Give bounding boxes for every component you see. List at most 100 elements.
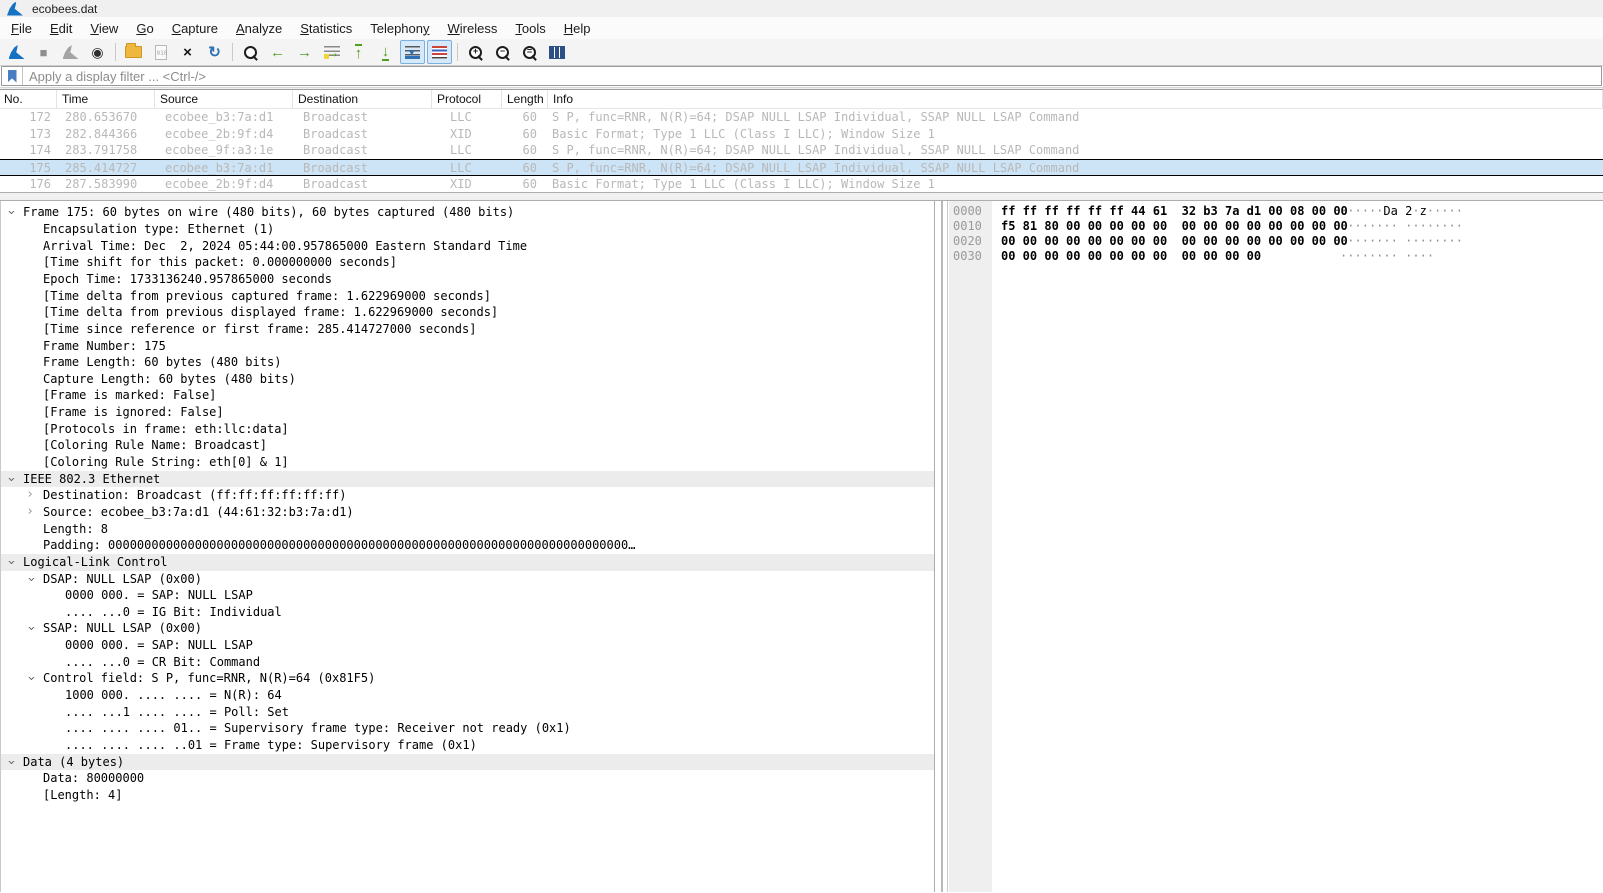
- go-to-packet-button[interactable]: [319, 40, 344, 64]
- chevron-down-icon[interactable]: ›: [2, 756, 18, 768]
- colorize-packets-button[interactable]: [427, 40, 452, 64]
- menu-telephony[interactable]: Telephony: [361, 19, 438, 38]
- detail-row[interactable]: Epoch Time: 1733136240.957865000 seconds: [1, 271, 934, 288]
- menu-view[interactable]: View: [81, 19, 127, 38]
- capture-options-button[interactable]: ◉: [85, 40, 110, 64]
- menu-capture[interactable]: Capture: [163, 19, 227, 38]
- auto-scroll-button[interactable]: [400, 40, 425, 64]
- go-back-button[interactable]: ←: [265, 40, 290, 64]
- packet-row-176[interactable]: 176 287.583990 ecobee_2b:9f:d4 Broadcast XID…: [0, 176, 1603, 193]
- detail-row[interactable]: Encapsulation type: Ethernet (1): [1, 221, 934, 238]
- zoom-in-button[interactable]: +: [463, 40, 488, 64]
- restart-capture-button[interactable]: [58, 40, 83, 64]
- go-first-packet-button[interactable]: ↑: [346, 40, 371, 64]
- menu-tools[interactable]: Tools: [506, 19, 554, 38]
- chevron-right-icon[interactable]: ›: [24, 487, 36, 504]
- chevron-down-icon[interactable]: ›: [2, 473, 18, 485]
- detail-row[interactable]: › Data (4 bytes): [1, 753, 934, 771]
- zoom-normal-button[interactable]: =: [517, 40, 542, 64]
- find-packet-button[interactable]: [238, 40, 263, 64]
- packet-row-175[interactable]: 175 285.414727 ecobee_b3:7a:d1 Broadcast LLC…: [0, 159, 1603, 176]
- menu-file[interactable]: File: [2, 19, 41, 38]
- detail-row[interactable]: Padding: 0000000000000000000000000000000…: [1, 537, 934, 554]
- column-header-protocol[interactable]: Protocol: [432, 90, 502, 108]
- detail-row[interactable]: Frame Length: 60 bytes (480 bits): [1, 354, 934, 371]
- packet-row-174[interactable]: 174 283.791758 ecobee_9f:a3:1e Broadcast LLC…: [0, 142, 1603, 159]
- detail-row[interactable]: [Time delta from previous displayed fram…: [1, 304, 934, 321]
- detail-row[interactable]: Data: 80000000: [1, 770, 934, 787]
- chevron-down-icon[interactable]: ›: [22, 623, 38, 635]
- display-filter-input[interactable]: [23, 67, 1601, 85]
- zoom-out-button[interactable]: −: [490, 40, 515, 64]
- reload-file-button[interactable]: ↻: [202, 40, 227, 64]
- detail-row[interactable]: .... .... .... ..01 = Frame type: Superv…: [1, 737, 934, 754]
- detail-row[interactable]: .... ...0 = IG Bit: Individual: [1, 604, 934, 621]
- start-capture-button[interactable]: [4, 40, 29, 64]
- detail-row[interactable]: Frame Number: 175: [1, 338, 934, 355]
- chevron-down-icon[interactable]: ›: [2, 556, 18, 568]
- column-header-no[interactable]: No.: [0, 90, 57, 108]
- detail-row[interactable]: [Time shift for this packet: 0.000000000…: [1, 254, 934, 271]
- detail-row[interactable]: Capture Length: 60 bytes (480 bits): [1, 371, 934, 388]
- detail-row[interactable]: › Frame 175: 60 bytes on wire (480 bits),…: [1, 204, 934, 221]
- detail-row[interactable]: [Frame is ignored: False]: [1, 404, 934, 421]
- detail-row[interactable]: › Control field: S P, func=RNR, N(R)=64 (…: [1, 670, 934, 687]
- detail-row[interactable]: › Source: ecobee_b3:7a:d1 (44:61:32:b3:7a…: [1, 504, 934, 521]
- chevron-right-icon[interactable]: ›: [24, 504, 36, 521]
- chevron-down-icon[interactable]: ›: [22, 573, 38, 585]
- column-header-info[interactable]: Info: [548, 90, 1603, 108]
- hex-row[interactable]: 0000 ff ff ff ff ff ff 44 61 32 b3 7a d1 …: [948, 204, 1603, 219]
- filter-bookmark-button[interactable]: [2, 67, 23, 85]
- detail-row[interactable]: [Protocols in frame: eth:llc:data]: [1, 421, 934, 438]
- chevron-down-icon[interactable]: ›: [2, 207, 18, 219]
- chevron-down-icon[interactable]: ›: [22, 673, 38, 685]
- detail-row[interactable]: .... ...1 .... .... = Poll: Set: [1, 704, 934, 721]
- menu-help[interactable]: Help: [555, 19, 600, 38]
- title-bar: ecobees.dat: [0, 0, 1603, 17]
- detail-row[interactable]: .... .... .... 01.. = Supervisory frame …: [1, 720, 934, 737]
- detail-row[interactable]: › SSAP: NULL LSAP (0x00): [1, 620, 934, 637]
- detail-row[interactable]: › Destination: Broadcast (ff:ff:ff:ff:ff:…: [1, 487, 934, 504]
- horizontal-splitter[interactable]: [0, 192, 1603, 202]
- packet-row-172[interactable]: 172 280.653670 ecobee_b3:7a:d1 Broadcast LLC…: [0, 109, 1603, 126]
- vertical-splitter[interactable]: [941, 201, 943, 893]
- detail-row[interactable]: [Time delta from previous captured frame…: [1, 288, 934, 305]
- detail-row[interactable]: .... ...0 = CR Bit: Command: [1, 654, 934, 671]
- menu-wireless[interactable]: Wireless: [439, 19, 507, 38]
- detail-row[interactable]: › Logical-Link Control: [1, 553, 934, 571]
- detail-row[interactable]: › DSAP: NULL LSAP (0x00): [1, 571, 934, 588]
- stop-capture-button[interactable]: ■: [31, 40, 56, 64]
- menu-go[interactable]: Go: [127, 19, 162, 38]
- column-header-time[interactable]: Time: [57, 90, 155, 108]
- hex-ascii: ········ ········: [1340, 234, 1463, 249]
- close-file-button[interactable]: ×: [175, 40, 200, 64]
- detail-row[interactable]: [Coloring Rule Name: Broadcast]: [1, 437, 934, 454]
- column-header-length[interactable]: Length: [502, 90, 548, 108]
- detail-row[interactable]: 0000 000. = SAP: NULL LSAP: [1, 587, 934, 604]
- open-file-button[interactable]: [121, 40, 146, 64]
- hex-row[interactable]: 0020 00 00 00 00 00 00 00 00 00 00 00 00 …: [948, 234, 1603, 249]
- hex-offset: 0000: [953, 204, 982, 219]
- packet-row-173[interactable]: 173 282.844366 ecobee_2b:9f:d4 Broadcast XID…: [0, 126, 1603, 143]
- hex-row[interactable]: 0010 f5 81 80 00 00 00 00 00 00 00 00 00 …: [948, 219, 1603, 234]
- detail-row[interactable]: 0000 000. = SAP: NULL LSAP: [1, 637, 934, 654]
- detail-row[interactable]: [Time since reference or first frame: 28…: [1, 321, 934, 338]
- resize-columns-button[interactable]: [544, 40, 569, 64]
- go-forward-button[interactable]: →: [292, 40, 317, 64]
- menu-analyze[interactable]: Analyze: [227, 19, 291, 38]
- hex-row[interactable]: 0030 00 00 00 00 00 00 00 00 00 00 00 00 ·…: [948, 249, 1603, 264]
- restart-capture-icon: [62, 45, 79, 59]
- go-last-packet-button[interactable]: ↓: [373, 40, 398, 64]
- save-file-button[interactable]: [148, 40, 173, 64]
- menu-edit[interactable]: Edit: [41, 19, 81, 38]
- column-header-destination[interactable]: Destination: [293, 90, 432, 108]
- detail-row[interactable]: Arrival Time: Dec 2, 2024 05:44:00.95786…: [1, 238, 934, 255]
- detail-row[interactable]: [Coloring Rule String: eth[0] & 1]: [1, 454, 934, 471]
- detail-row[interactable]: 1000 000. .... .... = N(R): 64: [1, 687, 934, 704]
- detail-row[interactable]: Length: 8: [1, 521, 934, 538]
- column-header-source[interactable]: Source: [155, 90, 293, 108]
- menu-statistics[interactable]: Statistics: [291, 19, 361, 38]
- detail-row[interactable]: › IEEE 802.3 Ethernet: [1, 470, 934, 488]
- detail-row[interactable]: [Length: 4]: [1, 787, 934, 804]
- detail-row[interactable]: [Frame is marked: False]: [1, 387, 934, 404]
